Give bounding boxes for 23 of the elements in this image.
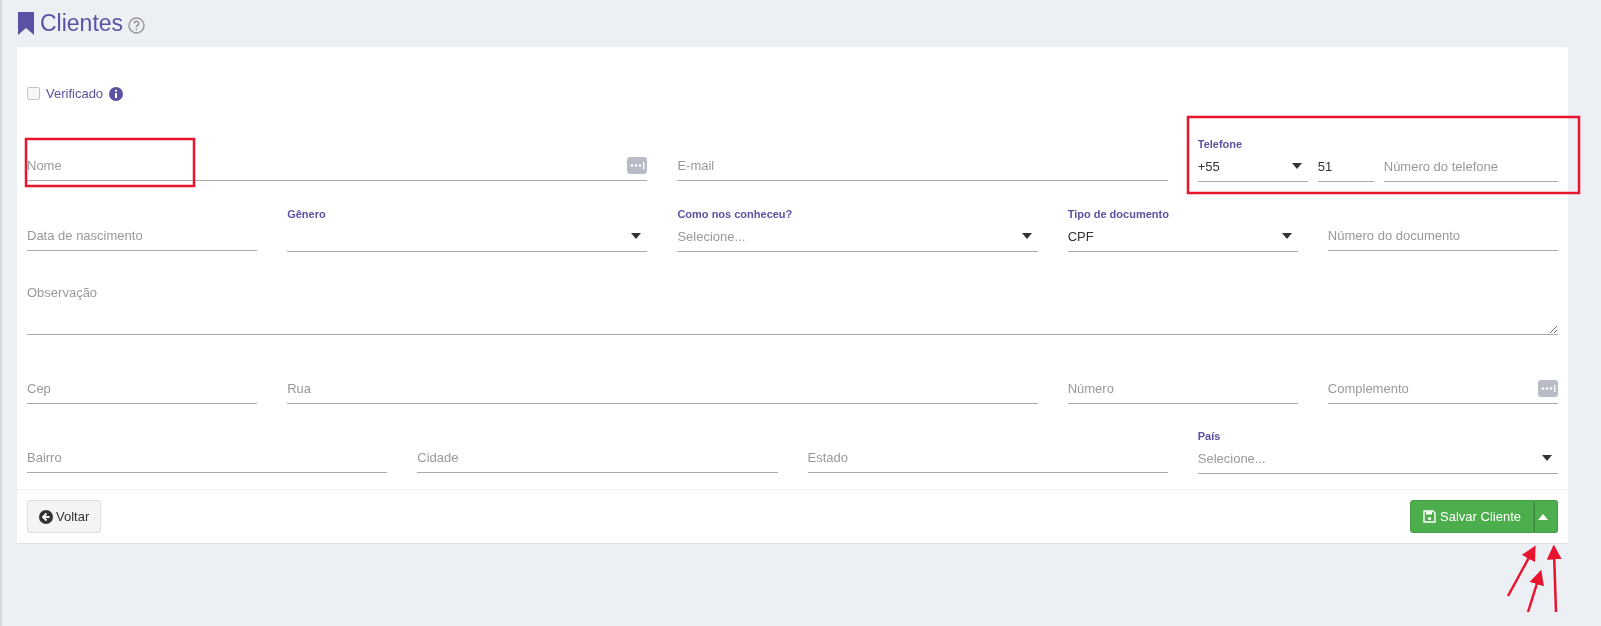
- text-field[interactable]: Data de nascimento: [27, 227, 258, 243]
- page-title: Clientes: [40, 9, 124, 37]
- select-field[interactable]: CPF: [1067, 221, 1298, 252]
- field-label: Como nos conheceu?: [677, 207, 794, 221]
- field-label: País: [1197, 429, 1222, 443]
- field-label: Telefone: [1197, 137, 1244, 151]
- text-field[interactable]: 51: [1317, 158, 1374, 174]
- text-field[interactable]: Cep: [27, 380, 258, 396]
- field-label: Tipo de documento: [1067, 207, 1170, 221]
- select-field[interactable]: +55: [1197, 151, 1308, 182]
- checkbox-label: Verificado: [46, 86, 104, 101]
- text-field[interactable]: Rua: [287, 380, 1038, 396]
- text-field[interactable]: Bairro: [27, 449, 388, 465]
- text-field[interactable]: Cidade: [417, 449, 778, 465]
- text-field[interactable]: Complemento: [1327, 380, 1532, 396]
- text-field[interactable]: Número do documento: [1327, 227, 1558, 243]
- text-field[interactable]: Número do telefone: [1383, 158, 1558, 174]
- text-field[interactable]: Estado: [807, 449, 1168, 465]
- text-field[interactable]: E-mail: [677, 157, 1168, 173]
- field-label: Gênero: [287, 207, 327, 221]
- back-button[interactable]: Voltar: [27, 500, 102, 533]
- text-field[interactable]: Número: [1067, 380, 1298, 396]
- text-field[interactable]: Nome: [27, 157, 622, 173]
